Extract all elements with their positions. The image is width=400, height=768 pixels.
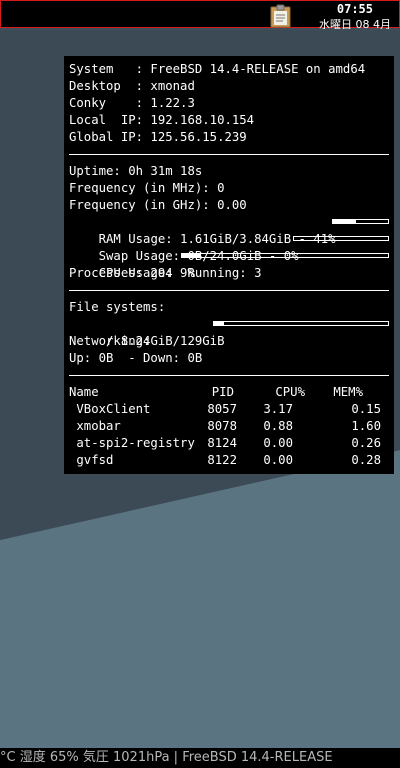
swap-usage-line: Swap Usage: 0B/24.0GiB - 0% bbox=[69, 231, 389, 263]
process-row: xmobar 8078 0.88 1.60 bbox=[69, 418, 389, 435]
swap-usage-bar bbox=[293, 236, 389, 241]
system-line: System : FreeBSD 14.4-RELEASE on amd64 bbox=[69, 62, 366, 76]
process-cpu: 0.88 bbox=[263, 419, 293, 433]
process-mem: 1.60 bbox=[351, 419, 381, 433]
col-cpu-header: CPU% bbox=[275, 385, 305, 399]
process-cpu: 0.00 bbox=[263, 453, 293, 467]
process-name: xmobar bbox=[69, 419, 121, 433]
filesystems-header: File systems: bbox=[69, 300, 166, 314]
global-ip-line: Global IP: 125.56.15.239 bbox=[69, 130, 247, 144]
process-row: at-spi2-registry 8124 0.00 0.26 bbox=[69, 435, 389, 452]
clock-time: 07:55 bbox=[336, 2, 373, 16]
conky-version-line: Conky : 1.22.3 bbox=[69, 96, 195, 110]
freq-ghz-line: Frequency (in GHz): 0.00 bbox=[69, 198, 247, 212]
networking-header: Networking: bbox=[69, 334, 151, 348]
process-name: VBoxClient bbox=[69, 402, 151, 416]
status-text: °C 湿度 65% 気圧 1021hPa | FreeBSD 14.4-RELE… bbox=[0, 750, 333, 765]
cpu-usage-bar bbox=[181, 253, 389, 258]
process-table-header: Name PID CPU% MEM% bbox=[69, 384, 389, 401]
uptime-line: Uptime: 0h 31m 18s bbox=[69, 164, 203, 178]
process-pid: 8057 bbox=[207, 402, 237, 416]
system-info: System : FreeBSD 14.4-RELEASE on amd64 D… bbox=[69, 61, 389, 146]
desktop-line: Desktop : xmonad bbox=[69, 79, 195, 93]
process-pid: 8078 bbox=[207, 419, 237, 433]
top-bar: 07:55 水曜日 08 4月 bbox=[0, 0, 400, 29]
clock-date: 水曜日 08 4月 bbox=[319, 19, 391, 29]
ram-usage-line: RAM Usage: 1.61GiB/3.84GiB - 41% bbox=[69, 214, 389, 246]
process-row: gvfsd 8122 0.00 0.28 bbox=[69, 452, 389, 469]
cpu-usage-bar-fill bbox=[182, 254, 201, 257]
freq-mhz-line: Frequency (in MHz): 0 bbox=[69, 181, 225, 195]
divider bbox=[69, 290, 389, 291]
process-cpu: 3.17 bbox=[263, 402, 293, 416]
fs-root-line: / 8.24GiB/129GiB bbox=[69, 316, 389, 348]
process-name: gvfsd bbox=[69, 453, 114, 467]
ram-usage-bar-fill bbox=[333, 220, 356, 223]
fs-root-bar bbox=[213, 321, 389, 326]
process-mem: 0.26 bbox=[351, 436, 381, 450]
col-mem-header: MEM% bbox=[333, 385, 363, 399]
cpu-usage-line: CPU Usage: 9% bbox=[69, 248, 389, 280]
clipboard-icon[interactable] bbox=[269, 4, 293, 28]
col-pid-header: PID bbox=[211, 385, 234, 399]
col-name-header: Name bbox=[69, 385, 99, 399]
processes-line: Processes: 294 Running: 3 bbox=[69, 266, 262, 280]
process-pid: 8122 bbox=[207, 453, 237, 467]
process-mem: 0.15 bbox=[351, 402, 381, 416]
ram-usage-bar bbox=[332, 219, 389, 224]
bottom-status-bar: °C 湿度 65% 気圧 1021hPa | FreeBSD 14.4-RELE… bbox=[0, 748, 400, 768]
process-table: Name PID CPU% MEM% VBoxClient 8057 3.17 … bbox=[69, 384, 389, 469]
process-mem: 0.28 bbox=[351, 453, 381, 467]
process-row: VBoxClient 8057 3.17 0.15 bbox=[69, 401, 389, 418]
conky-panel: System : FreeBSD 14.4-RELEASE on amd64 D… bbox=[64, 56, 394, 474]
local-ip-line: Local IP: 192.168.10.154 bbox=[69, 113, 255, 127]
process-cpu: 0.00 bbox=[263, 436, 293, 450]
network-updown-line: Up: 0B - Down: 0B bbox=[69, 351, 203, 365]
process-pid: 8124 bbox=[207, 436, 237, 450]
divider bbox=[69, 375, 389, 376]
divider bbox=[69, 154, 389, 155]
process-name: at-spi2-registry bbox=[69, 436, 195, 450]
fs-root-bar-fill bbox=[214, 322, 225, 325]
